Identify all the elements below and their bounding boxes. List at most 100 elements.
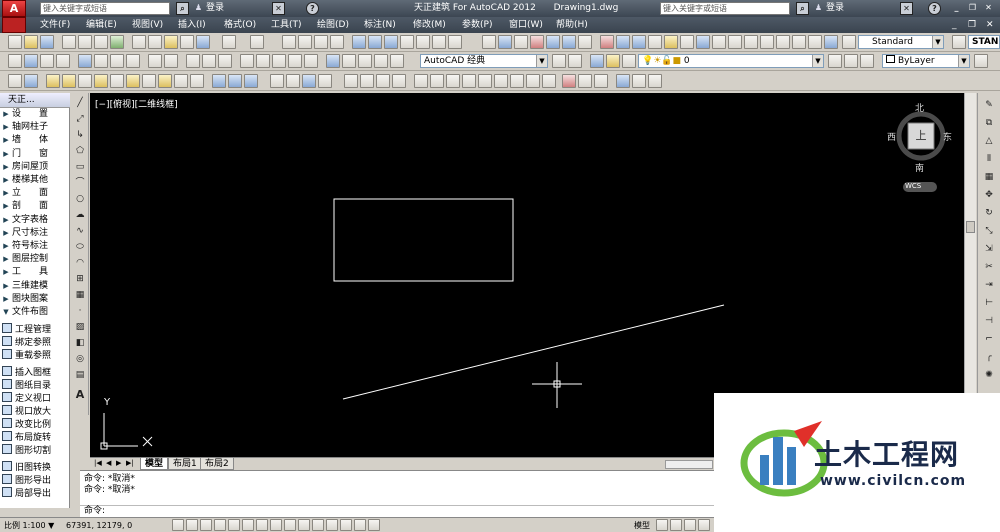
help-icon-right[interactable]: ? [928,2,941,15]
menu-file[interactable]: 文件(F) [40,17,70,33]
cut-icon[interactable] [132,35,146,49]
tz3-icon-18[interactable] [302,74,316,88]
layer-properties-icon[interactable] [590,54,604,68]
redo-icon[interactable] [250,35,264,49]
panel-menu-item[interactable]: ▶ 剖 面 [0,200,70,213]
zoom-previous-icon[interactable] [330,35,344,49]
polar-tracking-icon[interactable] [228,519,240,531]
app-menu-icon[interactable] [2,17,26,33]
user-icon[interactable]: ♟ [192,2,205,15]
fillet-icon[interactable]: ╭ [983,351,995,363]
move-object-icon[interactable]: ✥ [983,189,995,201]
tz3-icon-29[interactable] [494,74,508,88]
sheet-set-icon[interactable] [400,35,414,49]
drawn-line[interactable] [342,304,725,400]
trim-icon[interactable]: ✂ [983,261,995,273]
3d-print-icon[interactable] [110,35,124,49]
preview-icon[interactable] [78,35,92,49]
layer-state-icon[interactable] [606,54,620,68]
tool-palettes-icon[interactable] [384,35,398,49]
tz3-icon-38[interactable] [648,74,662,88]
dim-style-icon[interactable] [952,35,966,49]
tab-layout1[interactable]: 布局1 [168,458,202,470]
minimize-icon[interactable]: _ [950,2,963,15]
tz3-icon-26[interactable] [446,74,460,88]
tz3-icon-5[interactable] [78,74,92,88]
tz3-icon-27[interactable] [462,74,476,88]
tz2-icon-1[interactable] [8,54,22,68]
properties-icon[interactable] [352,35,366,49]
tz2-icon-8[interactable] [126,54,140,68]
tz2-icon-17[interactable] [288,54,302,68]
panel-command-item[interactable]: 布局旋转 [0,431,70,444]
panel-menu-item[interactable]: ▶ 房间屋顶 [0,161,70,174]
quick-view-layouts-icon[interactable] [656,519,668,531]
viewcube-widget[interactable] [896,111,946,192]
panel-menu-item[interactable]: ▶ 门 窗 [0,148,70,161]
menu-modify[interactable]: 修改(M) [413,17,446,33]
exchange-icon[interactable]: ✕ [272,2,285,15]
login-link-left[interactable]: 登录 [206,2,224,15]
block-editor-icon[interactable] [196,35,210,49]
save-icon[interactable] [40,35,54,49]
tab-layout2[interactable]: 布局2 [200,458,234,470]
array-icon[interactable]: ▦ [983,171,995,183]
panel-command-item[interactable]: 工程管理 [0,323,70,336]
menu-dimension[interactable]: 标注(N) [364,17,396,33]
ellipse-arc-icon[interactable]: ◠ [74,257,86,269]
tz2-icon-10[interactable] [164,54,178,68]
menu-view[interactable]: 视图(V) [132,17,163,33]
construction-line-icon[interactable]: ⤢ [74,113,86,125]
markup-icon[interactable] [416,35,430,49]
hatch-icon[interactable]: ▨ [74,321,86,333]
tz3-icon-6[interactable] [94,74,108,88]
tz2-icon-7[interactable] [110,54,124,68]
chevron-down-icon[interactable]: ▼ [536,55,547,67]
tz-icon-3[interactable] [514,35,528,49]
scroll-thumb[interactable] [966,221,975,233]
panel-menu-item[interactable]: ▶ 图块图案 [0,293,70,306]
tz-icon-18[interactable] [760,35,774,49]
panel-command-item[interactable]: 定义视口 [0,392,70,405]
tz-icon-14[interactable] [696,35,710,49]
tz2-icon-5[interactable] [78,54,92,68]
tz3-icon-13[interactable] [212,74,226,88]
tz-icon-5[interactable] [546,35,560,49]
tz3-icon-25[interactable] [430,74,444,88]
tz3-icon-7[interactable] [110,74,124,88]
tz-icon-10[interactable] [632,35,646,49]
pan-status-icon[interactable] [684,519,696,531]
tz-icon-9[interactable] [616,35,630,49]
transparency-icon[interactable] [326,519,338,531]
tz3-icon-8[interactable] [126,74,140,88]
tz2-icon-20[interactable] [342,54,356,68]
tab-nav-next-icon[interactable]: ▶ [116,459,121,467]
new-icon[interactable] [8,35,22,49]
panel-command-item[interactable]: 旧图转换 [0,461,70,474]
stretch-icon[interactable]: ⇲ [983,243,995,255]
arc-icon[interactable]: ⌒ [74,177,86,189]
drawn-rectangle[interactable] [333,198,514,282]
print-icon[interactable] [62,35,76,49]
ortho-mode-icon[interactable] [214,519,226,531]
login-link-right[interactable]: 登录 [826,2,844,15]
tz3-icon-37[interactable] [632,74,646,88]
panel-command-item[interactable]: 重载参照 [0,349,70,362]
tz2-icon-4[interactable] [56,54,70,68]
tz2-icon-24[interactable] [568,54,582,68]
close-icon[interactable]: ✕ [982,2,995,15]
tz-icon-17[interactable] [744,35,758,49]
tz-icon-12[interactable] [664,35,678,49]
binoculars-icon-right[interactable]: ⌕ [796,2,809,15]
panel-command-item[interactable]: 改变比例 [0,418,70,431]
tz3-icon-33[interactable] [562,74,576,88]
break-icon[interactable]: ⊢ [983,297,995,309]
user-icon-right[interactable]: ♟ [812,2,825,15]
wcs-menu[interactable]: WCS [905,182,921,190]
circle-icon[interactable]: ○ [74,193,86,205]
viewcube-east[interactable]: 东 [943,130,952,143]
tz3-icon-24[interactable] [414,74,428,88]
exchange-icon-right[interactable]: ✕ [900,2,913,15]
menu-help[interactable]: 帮助(H) [556,17,588,33]
publish-icon[interactable] [94,35,108,49]
